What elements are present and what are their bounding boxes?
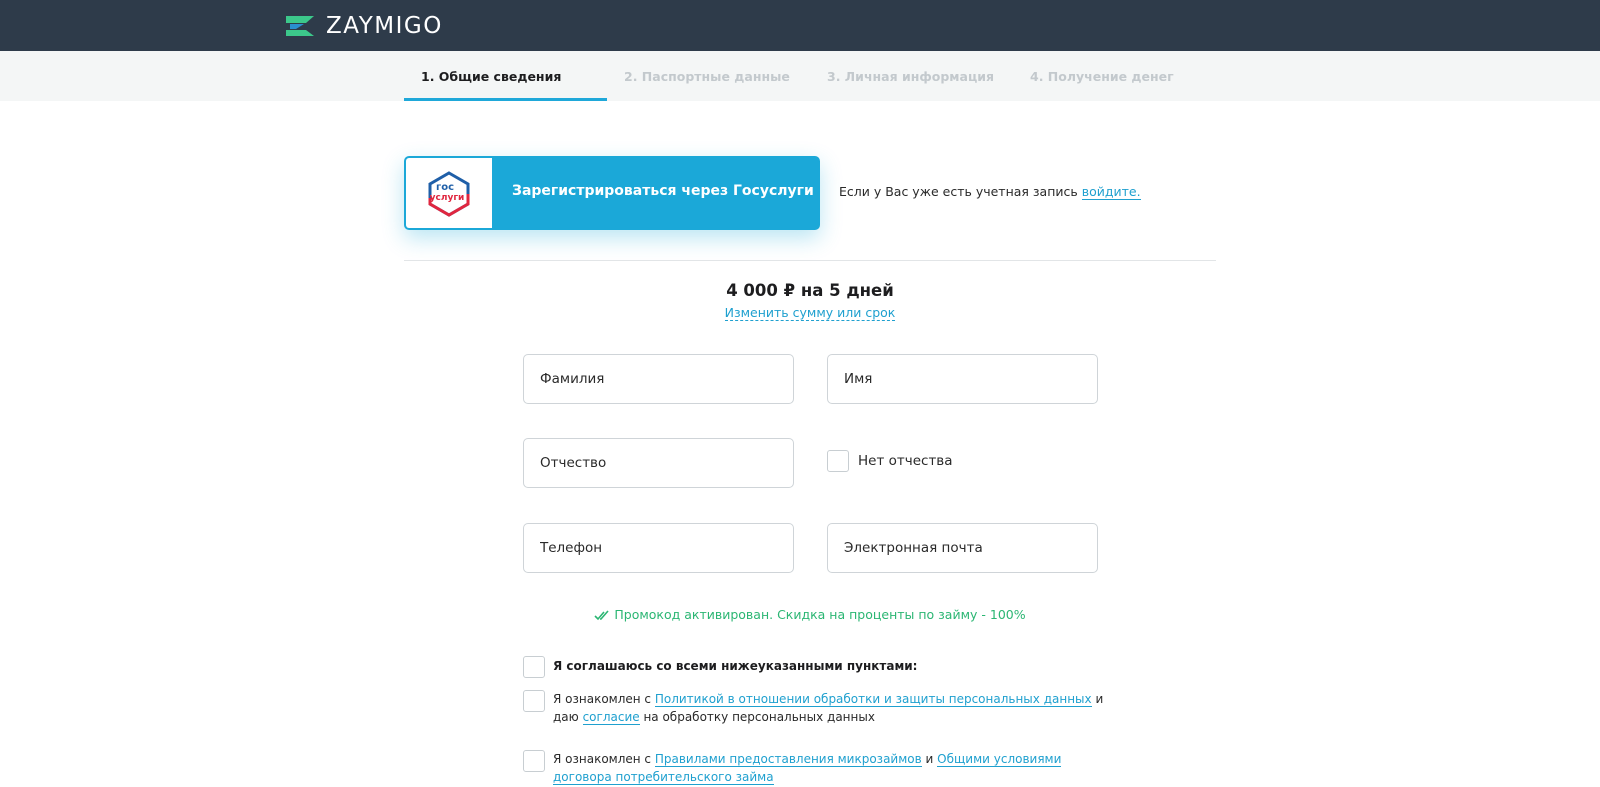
promo-status: Промокод активирован. Скидка на проценты… (0, 607, 1600, 622)
gosuslugi-logo: гос услуги (406, 158, 492, 228)
steps-bar: 1. Общие сведения 2. Паспортные данные 3… (0, 51, 1600, 101)
change-link-wrap: Изменить сумму или срок (0, 302, 1600, 321)
phone-input[interactable] (523, 523, 794, 573)
privacy-policy-link[interactable]: Политикой в отношении обработки и защиты… (654, 692, 1092, 707)
login-note-text: Если у Вас уже есть учетная запись (839, 184, 1082, 199)
section-divider (404, 260, 1216, 261)
promo-text: Промокод активирован. Скидка на проценты… (614, 607, 1026, 622)
loan-summary: 4 000 ₽ на 5 дней (726, 281, 894, 300)
login-link[interactable]: войдите. (1081, 184, 1141, 200)
rules-mid-text: и (921, 752, 938, 766)
step-personal-info[interactable]: 3. Личная информация (827, 69, 994, 84)
privacy-pre-text: Я ознакомлен с (553, 692, 655, 706)
rules-pre-text: Я ознакомлен с (553, 752, 655, 766)
double-check-icon (594, 610, 609, 621)
active-step-indicator (404, 98, 607, 101)
no-middle-name-label: Нет отчества (858, 453, 953, 469)
step-get-money[interactable]: 4. Получение денег (1030, 69, 1174, 84)
privacy-policy-text: Я ознакомлен с Политикой в отношении обр… (553, 691, 1113, 726)
agree-all-checkbox[interactable] (523, 656, 545, 678)
email-input[interactable] (827, 523, 1098, 573)
gosuslugi-register-button[interactable]: гос услуги Зарегистрироваться через Госу… (404, 156, 820, 230)
zaymigo-logo[interactable]: ZAYMIGO (286, 13, 443, 39)
middle-name-input[interactable] (523, 438, 794, 488)
microloan-rules-link[interactable]: Правилами предоставления микрозаймов (654, 752, 922, 767)
agree-all-label: Я соглашаюсь со всеми нижеуказанными пун… (553, 659, 918, 673)
gosuslugi-logo-icon: гос услуги (428, 171, 470, 217)
gosuslugi-button-label: Зарегистрироваться через Госуслуги (512, 183, 814, 199)
step-passport-data[interactable]: 2. Паспортные данные (624, 69, 790, 84)
privacy-post-text: на обработку персональных данных (639, 709, 875, 724)
zaymigo-logo-icon (286, 16, 314, 36)
step-general-info[interactable]: 1. Общие сведения (421, 69, 561, 84)
login-note: Если у Вас уже есть учетная запись войди… (839, 184, 1141, 200)
loan-rules-checkbox[interactable] (523, 750, 545, 772)
change-amount-link[interactable]: Изменить сумму или срок (724, 305, 896, 321)
svg-text:услуги: услуги (430, 193, 465, 203)
last-name-input[interactable] (523, 354, 794, 404)
first-name-input[interactable] (827, 354, 1098, 404)
loan-rules-text: Я ознакомлен с Правилами предоставления … (553, 751, 1113, 786)
logo-text: ZAYMIGO (326, 13, 443, 39)
svg-text:гос: гос (436, 182, 454, 193)
no-middle-name-checkbox[interactable] (827, 450, 849, 472)
top-header: ZAYMIGO (0, 0, 1600, 51)
privacy-policy-checkbox[interactable] (523, 690, 545, 712)
consent-link[interactable]: согласие (582, 709, 640, 725)
